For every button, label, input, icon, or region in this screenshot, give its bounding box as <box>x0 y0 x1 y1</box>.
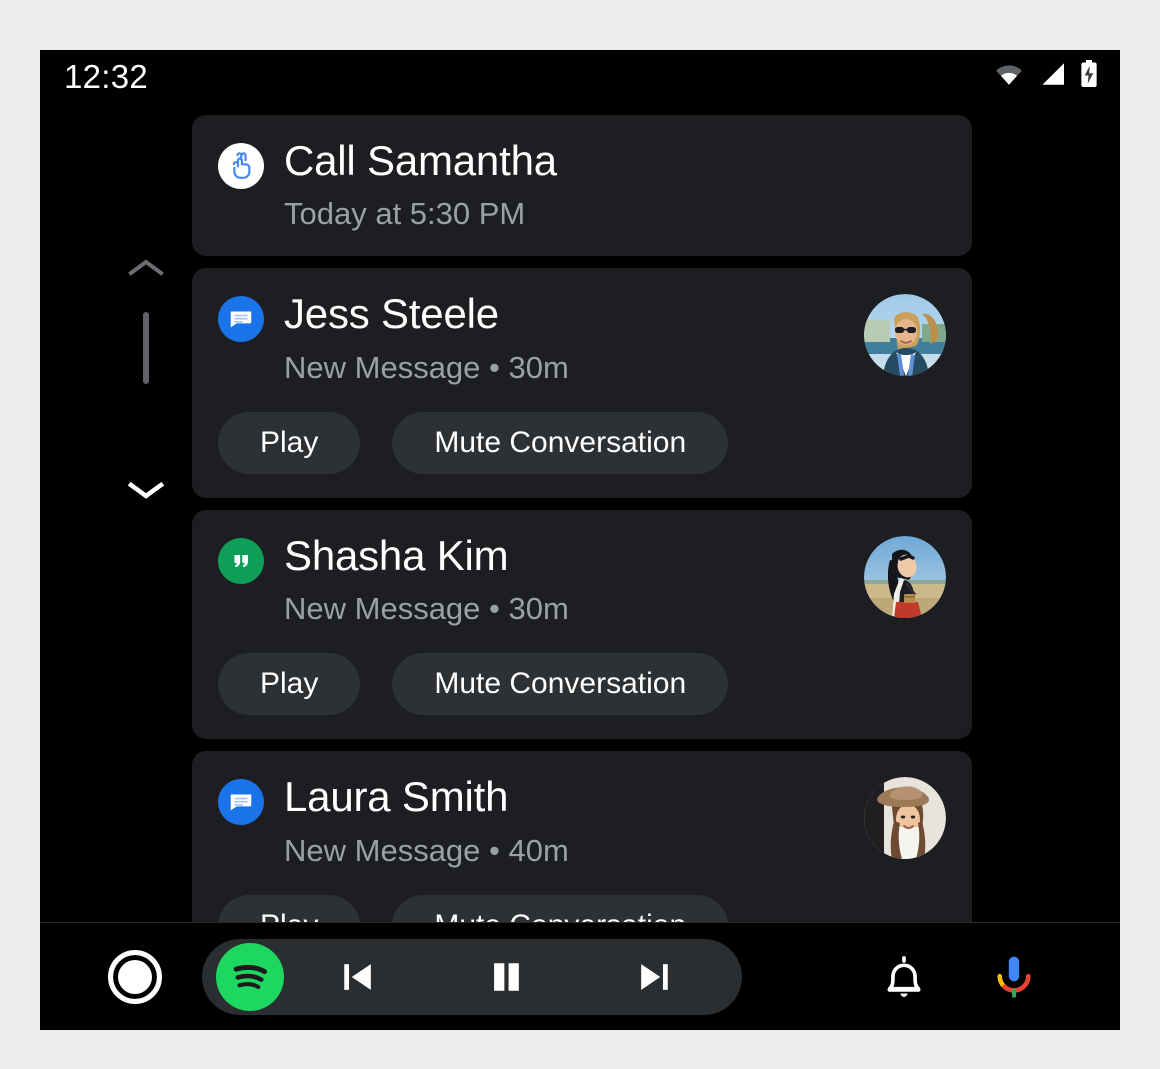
bottom-nav-bar <box>40 922 1120 1030</box>
next-track-button[interactable] <box>580 955 728 999</box>
notification-subtitle: New Message • 30m <box>284 591 569 627</box>
notification-title: Call Samantha <box>284 137 557 184</box>
notification-subtitle: New Message • 30m <box>284 349 569 385</box>
home-button[interactable] <box>108 949 162 1004</box>
notification-subtitle: Today at 5:30 PM <box>284 196 526 232</box>
scroll-down-icon[interactable] <box>127 480 165 500</box>
notification-title: Jess Steele <box>284 290 499 338</box>
cellular-signal-icon <box>1038 62 1066 91</box>
notification-title: Shasha Kim <box>284 531 509 579</box>
hangouts-icon <box>218 537 264 584</box>
card-header: Laura Smith New Message • 40m <box>218 773 946 868</box>
status-bar-icons <box>994 59 1098 93</box>
card-text: Call Samantha Today at 5:30 PM <box>284 137 946 232</box>
card-actions: Play Mute Conversation <box>218 411 946 474</box>
messages-icon <box>218 296 264 343</box>
mute-conversation-button[interactable]: Mute Conversation <box>392 653 729 716</box>
google-assistant-mic-icon[interactable] <box>988 951 1040 1003</box>
scroll-up-icon[interactable] <box>128 258 164 278</box>
notification-card-reminder[interactable]: Call Samantha Today at 5:30 PM <box>192 115 972 257</box>
status-bar-clock: 12:32 <box>64 57 149 95</box>
play-button[interactable]: Play <box>218 411 361 474</box>
media-control-pill <box>202 938 742 1015</box>
reminder-icon <box>218 143 264 189</box>
avatar <box>864 535 946 618</box>
card-text: Laura Smith New Message • 40m <box>284 773 848 868</box>
avatar <box>864 294 946 377</box>
notification-bell-icon[interactable] <box>878 951 930 1003</box>
card-header: Shasha Kim New Message • 30m <box>218 532 946 627</box>
scroll-rail <box>118 200 174 620</box>
battery-charging-icon <box>1080 59 1098 93</box>
mute-conversation-button[interactable]: Mute Conversation <box>392 411 729 474</box>
scrollbar-thumb[interactable] <box>143 312 149 384</box>
card-header: Jess Steele New Message • 30m <box>218 290 946 385</box>
card-text: Jess Steele New Message • 30m <box>284 290 848 385</box>
previous-track-button[interactable] <box>284 955 432 999</box>
status-bar: 12:32 <box>40 50 1120 102</box>
card-header: Call Samantha Today at 5:30 PM <box>218 137 946 232</box>
pause-button[interactable] <box>432 955 580 999</box>
notification-title: Laura Smith <box>284 773 509 821</box>
notification-subtitle: New Message • 40m <box>284 832 569 868</box>
messages-icon <box>218 779 264 826</box>
nav-right-group <box>878 951 1040 1003</box>
car-screen: 12:32 Call Samantha Today at 5:30 PM Jes… <box>40 50 1120 1030</box>
notification-card-message[interactable]: Shasha Kim New Message • 30m Play Mute C… <box>192 509 972 740</box>
avatar <box>864 777 946 860</box>
notification-card-message[interactable]: Jess Steele New Message • 30m Play Mute … <box>192 268 972 498</box>
card-actions: Play Mute Conversation <box>218 653 946 716</box>
wifi-icon <box>994 62 1024 91</box>
play-button[interactable]: Play <box>218 653 361 716</box>
notification-list: Call Samantha Today at 5:30 PM Jess Stee <box>192 115 972 1030</box>
spotify-icon[interactable] <box>216 942 284 1011</box>
card-text: Shasha Kim New Message • 30m <box>284 532 848 627</box>
